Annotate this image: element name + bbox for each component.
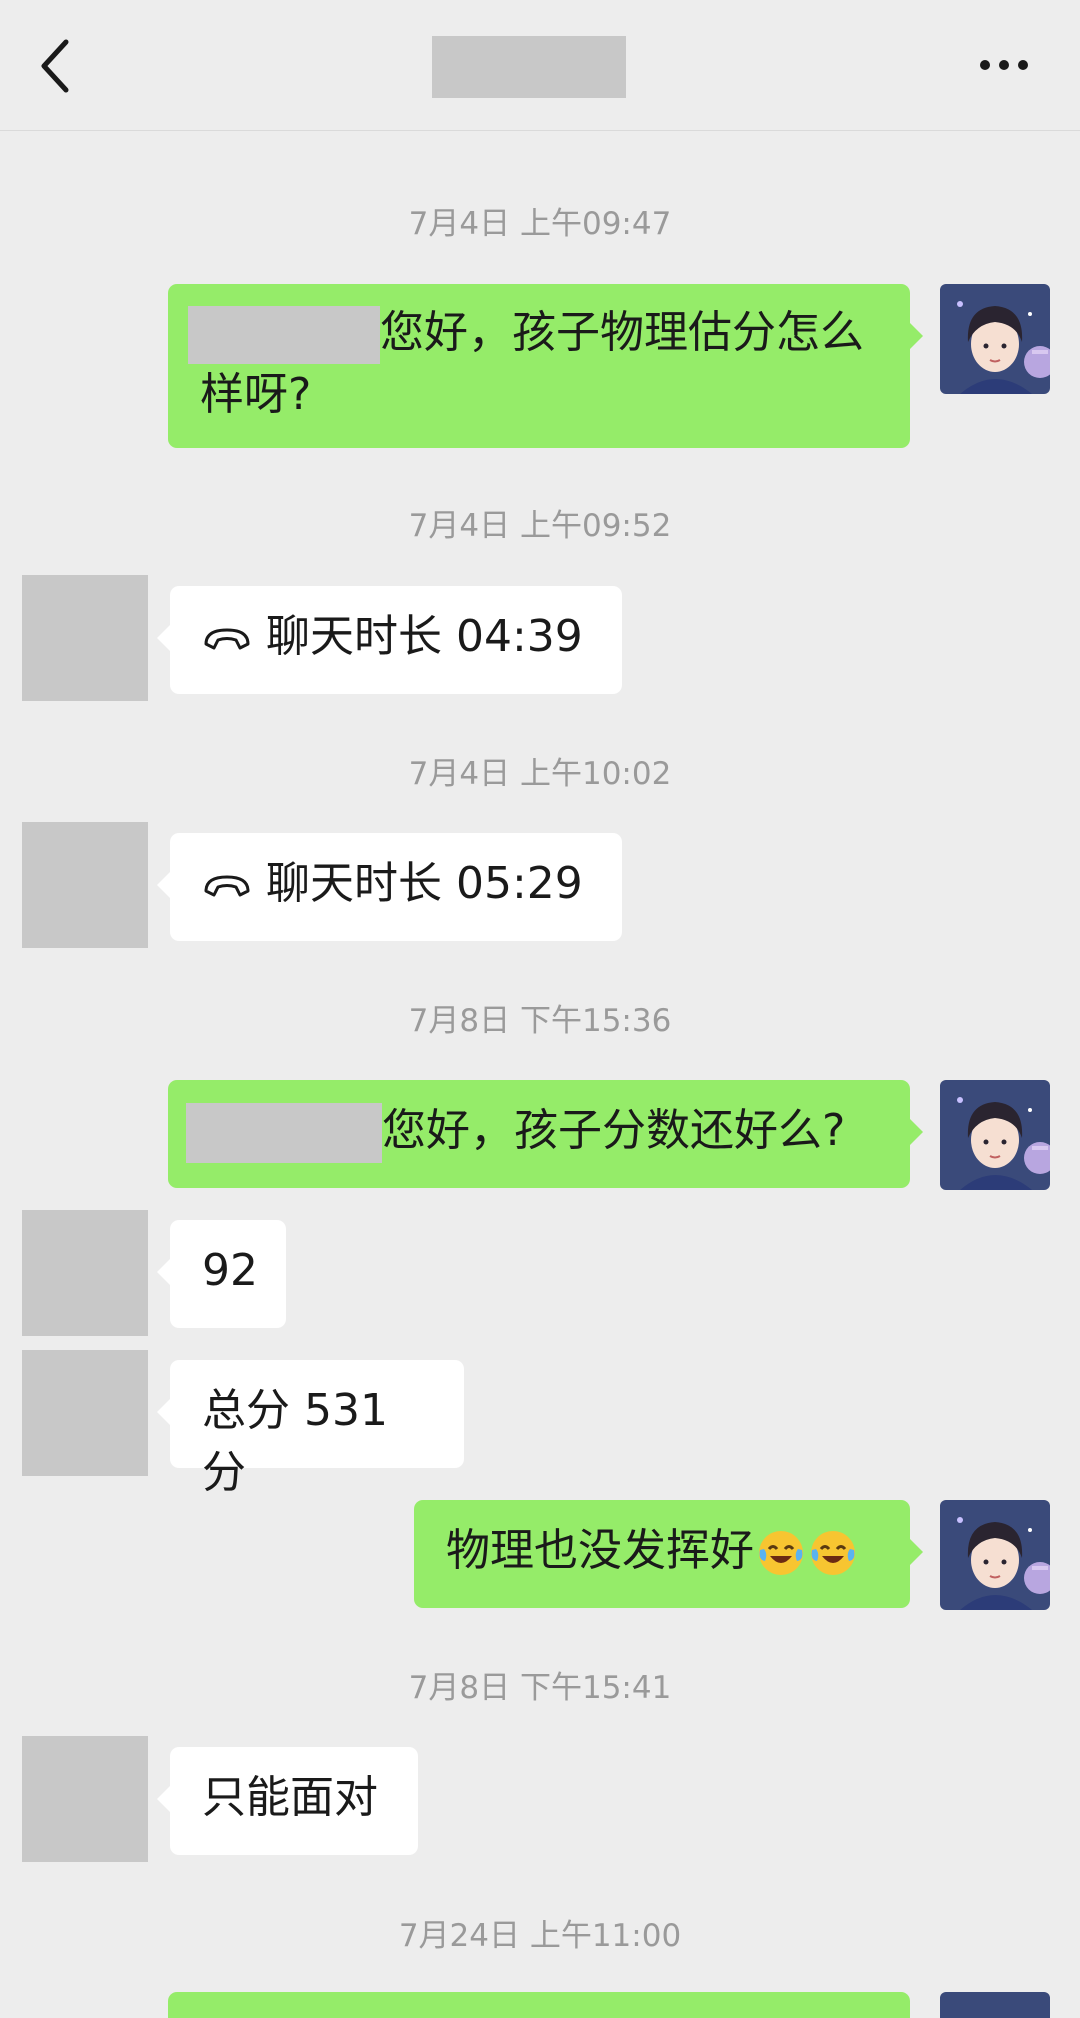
- message-timestamp: 7月4日 上午09:47: [408, 206, 672, 242]
- redacted-name: [186, 1103, 382, 1163]
- chat-header: [0, 0, 1080, 131]
- message-text: 只能面对: [202, 1772, 378, 1823]
- contact-avatar-redacted[interactable]: [22, 822, 148, 948]
- message-timestamp: 7月8日 下午15:41: [408, 1670, 672, 1706]
- my-avatar-partial[interactable]: [940, 1992, 1050, 2018]
- phone-hangup-icon: [204, 875, 250, 897]
- contact-avatar-redacted[interactable]: [22, 575, 148, 701]
- phone-hangup-icon: [204, 628, 250, 650]
- call-duration-text: 聊天时长 04:39: [266, 611, 583, 662]
- message-text: 总分 531 分: [202, 1385, 388, 1498]
- face-with-tears-of-joy-icon: [811, 1531, 855, 1575]
- received-message-bubble[interactable]: 92: [157, 1220, 286, 1328]
- voice-call-record[interactable]: 聊天时长 04:39: [157, 586, 622, 694]
- message-text: 92: [202, 1245, 258, 1296]
- sent-message-bubble[interactable]: 您好，孩子分数还好么?: [168, 1080, 923, 1188]
- received-message-bubble[interactable]: 只能面对: [157, 1747, 418, 1855]
- voice-call-record[interactable]: 聊天时长 05:29: [157, 833, 622, 941]
- sent-message-bubble[interactable]: 您好，孩子物理估分怎么 样呀?: [168, 284, 923, 448]
- ellipsis-icon[interactable]: [978, 58, 1030, 72]
- call-duration-text: 聊天时长 05:29: [266, 858, 583, 909]
- my-avatar[interactable]: [940, 1500, 1050, 1610]
- message-timestamp: 7月8日 下午15:36: [408, 1003, 672, 1039]
- contact-avatar-redacted[interactable]: [22, 1210, 148, 1336]
- received-message-bubble[interactable]: 总分 531 分: [157, 1360, 464, 1498]
- message-text: 您好，孩子物理估分怎么: [380, 307, 864, 358]
- message-timestamp: 7月4日 上午09:52: [408, 508, 672, 544]
- chat-title-redacted: [432, 36, 626, 98]
- contact-avatar-redacted[interactable]: [22, 1736, 148, 1862]
- contact-avatar-redacted[interactable]: [22, 1350, 148, 1476]
- message-timestamp: 7月4日 上午10:02: [408, 756, 672, 792]
- my-avatar[interactable]: [940, 284, 1050, 394]
- chevron-left-icon[interactable]: [36, 38, 76, 94]
- message-text: 样呀?: [200, 369, 312, 420]
- message-text: 物理也没发挥好: [446, 1525, 754, 1576]
- my-avatar[interactable]: [940, 1080, 1050, 1190]
- message-text: 您好，孩子分数还好么?: [382, 1105, 846, 1156]
- redacted-name: [188, 306, 380, 364]
- sent-message-bubble[interactable]: 物理也没发挥好: [414, 1500, 923, 1608]
- face-with-tears-of-joy-icon: [759, 1531, 803, 1575]
- sent-message-bubble-partial[interactable]: [168, 1992, 910, 2018]
- message-timestamp: 7月24日 上午11:00: [398, 1918, 682, 1954]
